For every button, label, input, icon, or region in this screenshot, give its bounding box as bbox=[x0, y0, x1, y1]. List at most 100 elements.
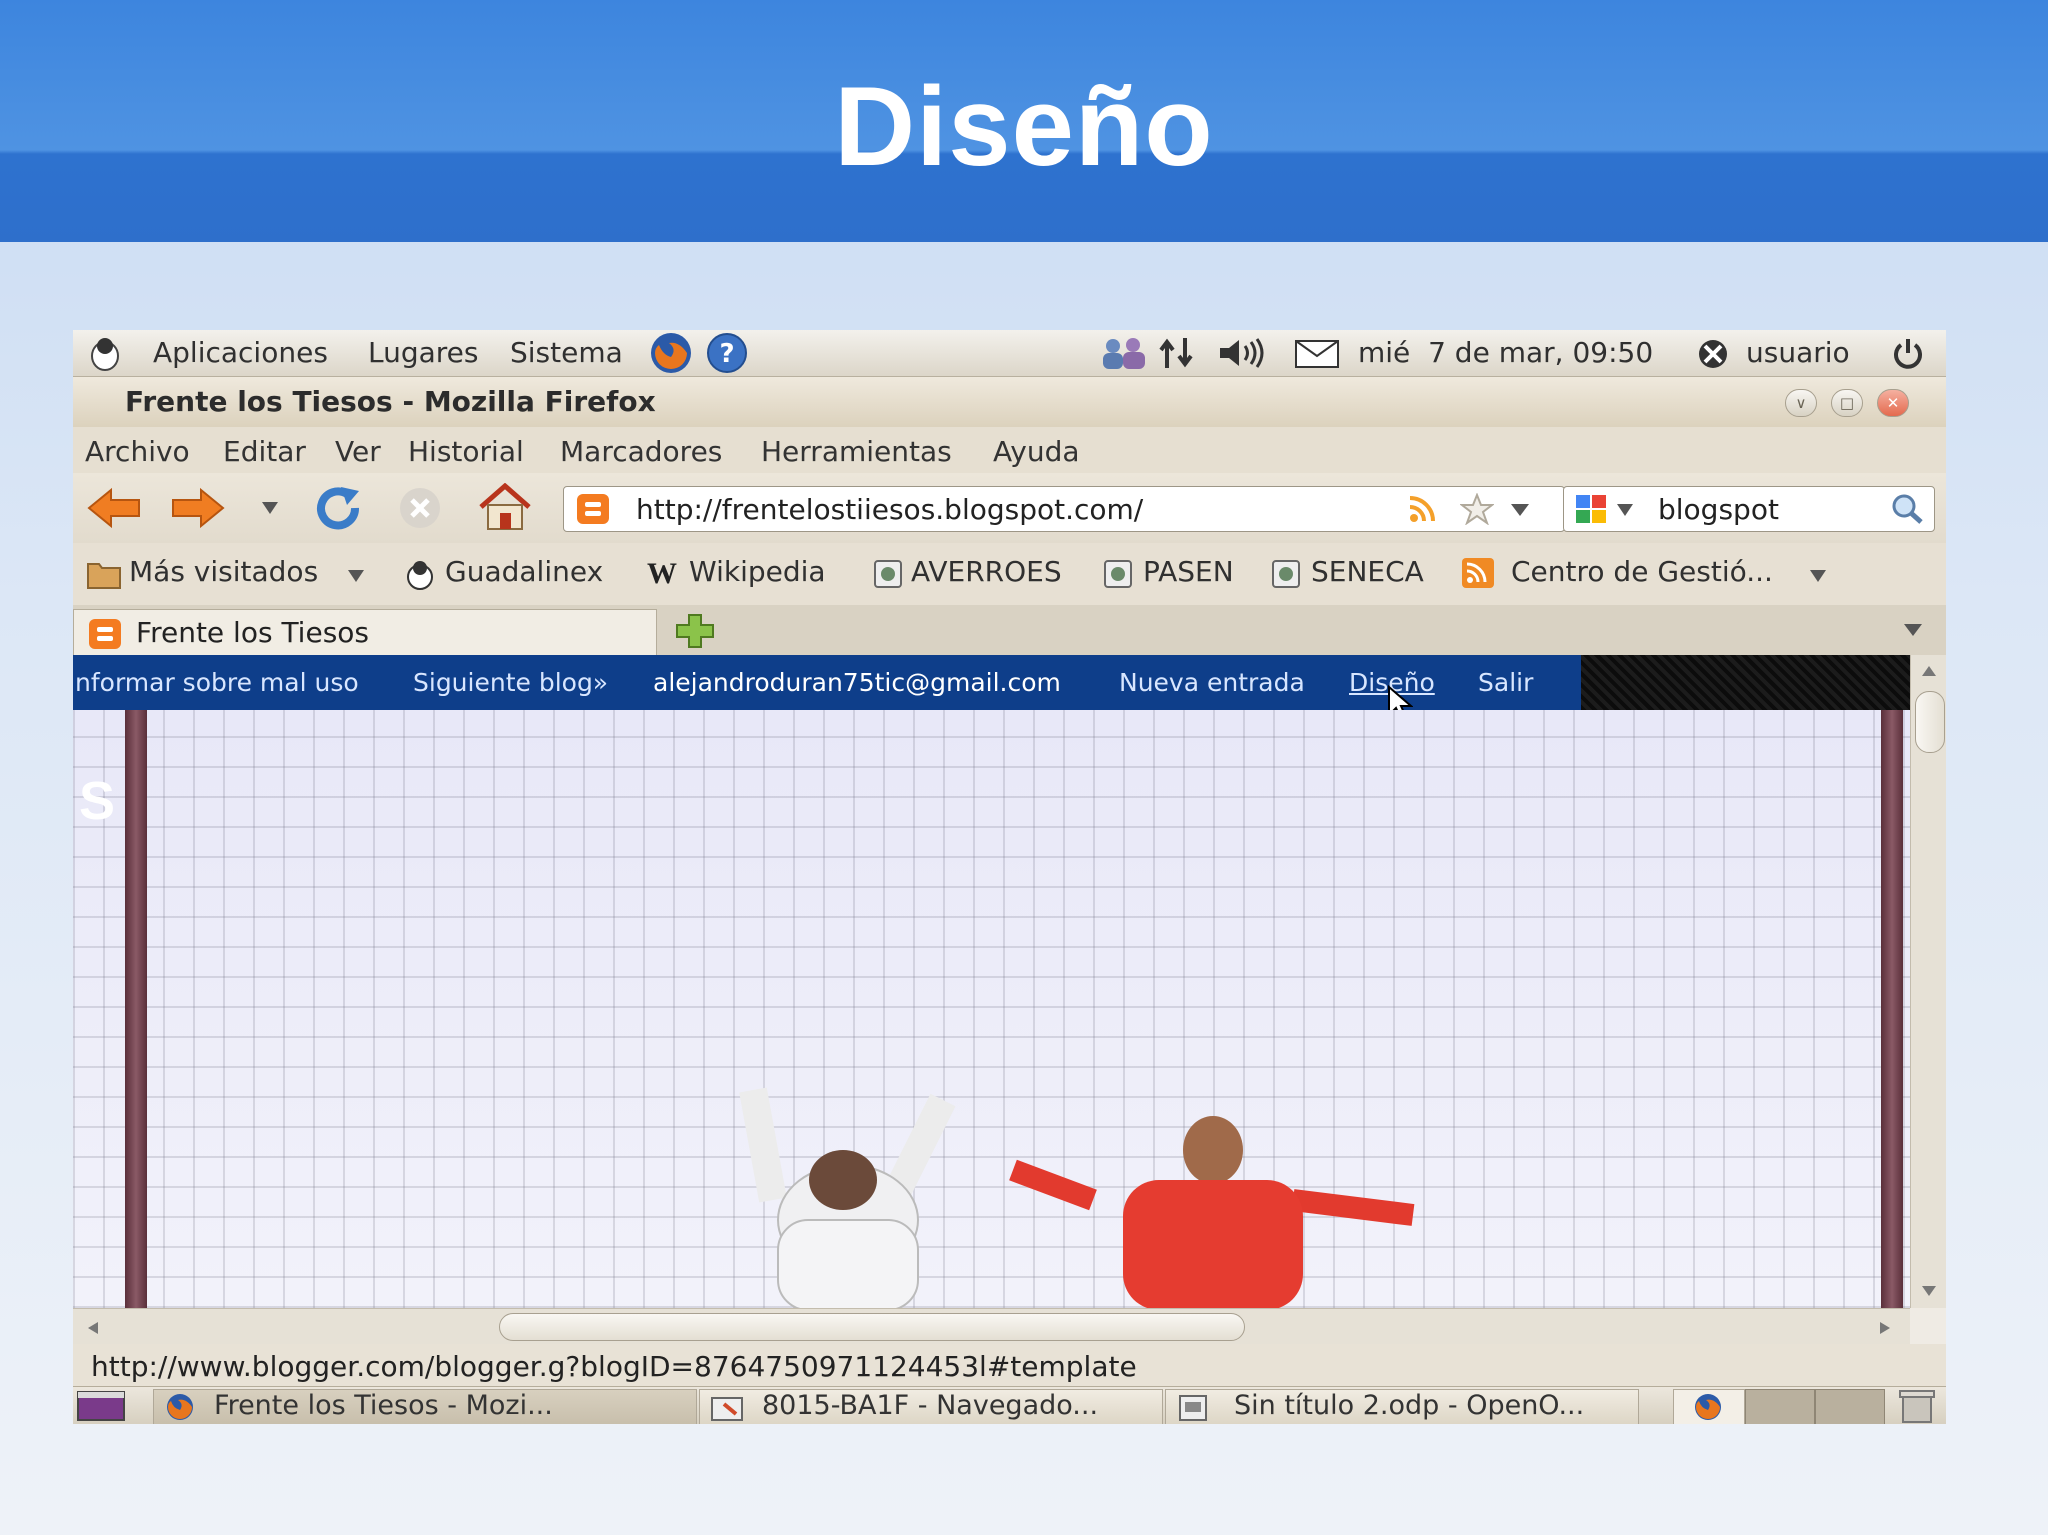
seneca-icon bbox=[1272, 560, 1300, 588]
new-tab-plus-icon[interactable] bbox=[675, 613, 715, 649]
user-status-icon[interactable] bbox=[1693, 338, 1733, 370]
menu-bar: Archivo Editar Ver Historial Marcadores … bbox=[73, 427, 1946, 473]
back-arrow-icon[interactable] bbox=[87, 487, 141, 529]
engine-dropdown-icon[interactable] bbox=[1616, 503, 1634, 517]
logout-link[interactable]: Salir bbox=[1478, 668, 1533, 697]
window-titlebar[interactable]: Frente los Tiesos - Mozilla Firefox ∨ □ … bbox=[73, 377, 1946, 427]
bookmark-guadalinex[interactable]: Guadalinex bbox=[445, 555, 603, 588]
tab-label: Frente los Tiesos bbox=[136, 616, 369, 649]
panel-clock[interactable]: mié 7 de mar, 09:50 bbox=[1358, 336, 1653, 369]
help-icon[interactable]: ? bbox=[705, 332, 749, 374]
close-button[interactable]: ✕ bbox=[1877, 389, 1909, 417]
menu-historial[interactable]: Historial bbox=[408, 435, 524, 468]
scroll-down-icon[interactable] bbox=[1921, 1285, 1937, 1297]
search-input[interactable]: blogspot bbox=[1658, 493, 1779, 526]
rss-feed-icon[interactable] bbox=[1406, 493, 1444, 525]
bookmark-wikipedia[interactable]: Wikipedia bbox=[689, 555, 826, 588]
users-icon[interactable] bbox=[1099, 334, 1149, 372]
user-email: alejandroduran75tic@gmail.com bbox=[653, 668, 1061, 697]
menu-sistema[interactable]: Sistema bbox=[510, 336, 623, 369]
bookmark-averroes[interactable]: AVERROES bbox=[911, 555, 1062, 588]
address-bar[interactable]: http://frentelostiiesos.blogspot.com/ bbox=[563, 486, 1565, 532]
search-box[interactable]: blogspot bbox=[1563, 486, 1935, 532]
menu-marcadores[interactable]: Marcadores bbox=[560, 435, 722, 468]
taskbar-label: Sin título 2.odp - OpenO... bbox=[1234, 1390, 1585, 1421]
trash-icon[interactable] bbox=[1895, 1389, 1939, 1423]
navigation-toolbar: http://frentelostiiesos.blogspot.com/ bl… bbox=[73, 473, 1946, 543]
blogger-navbar: nformar sobre mal uso Siguiente blog» al… bbox=[73, 655, 1910, 721]
menu-archivo[interactable]: Archivo bbox=[85, 435, 190, 468]
network-icon[interactable] bbox=[1157, 336, 1197, 370]
url-text[interactable]: http://frentelostiiesos.blogspot.com/ bbox=[636, 493, 1143, 526]
horizontal-scrollbar[interactable] bbox=[73, 1308, 1910, 1345]
show-desktop-icon[interactable] bbox=[77, 1391, 125, 1421]
menu-aplicaciones[interactable]: Aplicaciones bbox=[153, 336, 328, 369]
blog-title-fragment: S bbox=[79, 771, 116, 831]
firefox-icon bbox=[167, 1394, 193, 1420]
next-blog-link[interactable]: Siguiente blog» bbox=[413, 668, 608, 697]
bookmark-seneca[interactable]: SENECA bbox=[1311, 555, 1424, 588]
home-icon[interactable] bbox=[477, 483, 533, 531]
dropdown-arrow-icon[interactable] bbox=[347, 569, 365, 583]
vertical-scroll-thumb[interactable] bbox=[1915, 691, 1945, 753]
window-title: Frente los Tiesos - Mozilla Firefox bbox=[125, 385, 656, 418]
horizontal-scroll-thumb[interactable] bbox=[499, 1313, 1245, 1341]
tab-list-dropdown-icon[interactable] bbox=[1903, 623, 1923, 637]
firefox-icon bbox=[1695, 1394, 1721, 1420]
people-figures bbox=[739, 1087, 1415, 1308]
forward-arrow-icon[interactable] bbox=[171, 487, 225, 529]
guadalinex-icon bbox=[407, 561, 433, 590]
rss-bookmark-icon bbox=[1462, 558, 1494, 588]
history-dropdown-icon[interactable] bbox=[261, 501, 279, 515]
search-icon[interactable] bbox=[1890, 493, 1924, 525]
workspace-2[interactable] bbox=[1745, 1389, 1815, 1424]
scroll-up-icon[interactable] bbox=[1921, 665, 1937, 677]
dropdown-arrow-icon[interactable] bbox=[1809, 569, 1827, 583]
url-dropdown-icon[interactable] bbox=[1510, 503, 1530, 517]
averroes-icon bbox=[874, 560, 902, 588]
blogger-favicon-icon bbox=[577, 494, 609, 524]
goal-post-left bbox=[125, 710, 147, 1308]
menu-ayuda[interactable]: Ayuda bbox=[993, 435, 1080, 468]
mail-icon[interactable] bbox=[1295, 340, 1339, 368]
scroll-left-icon[interactable] bbox=[87, 1321, 99, 1335]
pasen-icon bbox=[1104, 560, 1132, 588]
header-photo: S bbox=[73, 710, 1910, 1308]
top-panel: Aplicaciones Lugares Sistema ? mié 7 de … bbox=[73, 330, 1946, 377]
menu-lugares[interactable]: Lugares bbox=[368, 336, 479, 369]
gnome-foot-icon[interactable] bbox=[87, 334, 123, 372]
folder-icon bbox=[87, 563, 121, 589]
firefox-launcher-icon[interactable] bbox=[649, 331, 693, 375]
bookmark-pasen[interactable]: PASEN bbox=[1143, 555, 1234, 588]
panel-user[interactable]: usuario bbox=[1746, 336, 1850, 369]
reload-icon[interactable] bbox=[313, 485, 363, 531]
taskbar-item-impress[interactable]: Sin título 2.odp - OpenO... bbox=[1165, 1389, 1639, 1424]
power-icon[interactable] bbox=[1891, 336, 1925, 370]
minimize-button[interactable]: ∨ bbox=[1785, 389, 1817, 417]
tab-frente-los-tiesos[interactable]: Frente los Tiesos bbox=[73, 609, 657, 656]
menu-herramientas[interactable]: Herramientas bbox=[761, 435, 952, 468]
stop-icon[interactable] bbox=[397, 487, 443, 529]
report-abuse-link[interactable]: nformar sobre mal uso bbox=[75, 668, 359, 697]
goal-post-right bbox=[1881, 710, 1903, 1308]
vertical-scrollbar[interactable] bbox=[1910, 655, 1946, 1308]
navbar-dark-area bbox=[1581, 655, 1910, 710]
bookmark-mas-visitados[interactable]: Más visitados bbox=[129, 555, 318, 588]
taskbar-item-firefox[interactable]: Frente los Tiesos - Mozi... bbox=[153, 1389, 697, 1424]
slide-title: Diseño bbox=[834, 64, 1214, 189]
new-post-link[interactable]: Nueva entrada bbox=[1119, 668, 1305, 697]
bookmark-centro-de-gestion[interactable]: Centro de Gestió... bbox=[1511, 555, 1773, 588]
blogger-favicon-icon bbox=[89, 619, 121, 649]
presentation-icon bbox=[1179, 1395, 1207, 1421]
volume-icon[interactable] bbox=[1217, 338, 1267, 368]
menu-ver[interactable]: Ver bbox=[335, 435, 381, 468]
bookmark-star-icon[interactable] bbox=[1460, 493, 1494, 525]
scroll-right-icon[interactable] bbox=[1879, 1321, 1891, 1335]
slide-header: Diseño bbox=[0, 0, 2048, 242]
workspace-3[interactable] bbox=[1815, 1389, 1885, 1424]
maximize-button[interactable]: □ bbox=[1831, 389, 1863, 417]
google-engine-icon[interactable] bbox=[1574, 493, 1610, 525]
taskbar-item-file-browser[interactable]: 8015-BA1F - Navegado... bbox=[699, 1389, 1163, 1424]
menu-editar[interactable]: Editar bbox=[223, 435, 306, 468]
workspace-switcher[interactable] bbox=[1673, 1389, 1745, 1424]
